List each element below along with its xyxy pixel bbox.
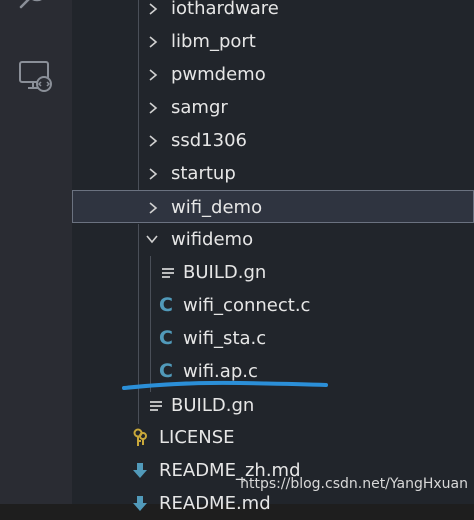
activity-bar — [0, 0, 72, 504]
tree-item-build-gn[interactable]: BUILD.gn — [72, 256, 474, 289]
tree-item-label: libm_port — [171, 31, 256, 52]
markdown-icon — [133, 463, 147, 478]
tree-item-label: wifi.ap.c — [183, 361, 258, 382]
chevron-right-icon — [148, 124, 162, 157]
tree-item-iothardware[interactable]: iothardware — [72, 0, 474, 25]
markdown-icon — [133, 496, 147, 511]
tree-item-wifi-demo[interactable]: wifi_demo — [72, 190, 474, 223]
tree-item-label: samgr — [171, 97, 228, 118]
tree-item-label: ssd1306 — [171, 130, 247, 151]
chevron-right-icon — [148, 0, 162, 25]
lines-icon — [150, 401, 162, 411]
tree-item-ssd1306[interactable]: ssd1306 — [72, 124, 474, 157]
remote-explorer-icon[interactable] — [18, 60, 54, 94]
chevron-right-icon — [148, 91, 162, 124]
tree-item-wifi-ap-c[interactable]: C wifi.ap.c — [72, 355, 474, 388]
license-icon — [133, 428, 147, 446]
c-file-icon: C — [159, 360, 173, 382]
chevron-right-icon — [148, 191, 162, 224]
lines-icon — [162, 268, 174, 278]
tree-item-license[interactable]: LICENSE — [72, 421, 474, 454]
tree-item-label: startup — [171, 163, 236, 184]
tree-item-libm-port[interactable]: libm_port — [72, 25, 474, 58]
tree-item-samgr[interactable]: samgr — [72, 91, 474, 124]
chevron-down-icon — [146, 223, 160, 256]
chevron-right-icon — [148, 58, 162, 91]
tree-item-label: BUILD.gn — [183, 262, 267, 283]
tree-item-label: LICENSE — [159, 427, 235, 448]
tree-item-label: iothardware — [171, 0, 279, 19]
tree-item-startup[interactable]: startup — [72, 157, 474, 190]
tree-item-wifi-connect-c[interactable]: C wifi_connect.c — [72, 289, 474, 322]
search-icon[interactable] — [18, 0, 52, 18]
tree-item-wifidemo[interactable]: wifidemo — [72, 223, 474, 256]
tree-item-label: wifi_demo — [171, 197, 263, 218]
chevron-right-icon — [148, 25, 162, 58]
c-file-icon: C — [159, 327, 173, 349]
chevron-right-icon — [148, 157, 162, 190]
tree-item-label: wifi_sta.c — [183, 328, 267, 349]
tree-item-build-gn-root[interactable]: BUILD.gn — [72, 389, 474, 422]
tree-item-wifi-sta-c[interactable]: C wifi_sta.c — [72, 322, 474, 355]
tree-item-label: BUILD.gn — [171, 395, 255, 416]
tree-item-label: wifi_connect.c — [183, 295, 311, 316]
tree-item-label: pwmdemo — [171, 64, 266, 85]
watermark-text: https://blog.csdn.net/YangHxuan — [240, 476, 468, 492]
c-file-icon: C — [159, 294, 173, 316]
tree-item-pwmdemo[interactable]: pwmdemo — [72, 58, 474, 91]
tree-item-label: wifidemo — [171, 229, 254, 250]
